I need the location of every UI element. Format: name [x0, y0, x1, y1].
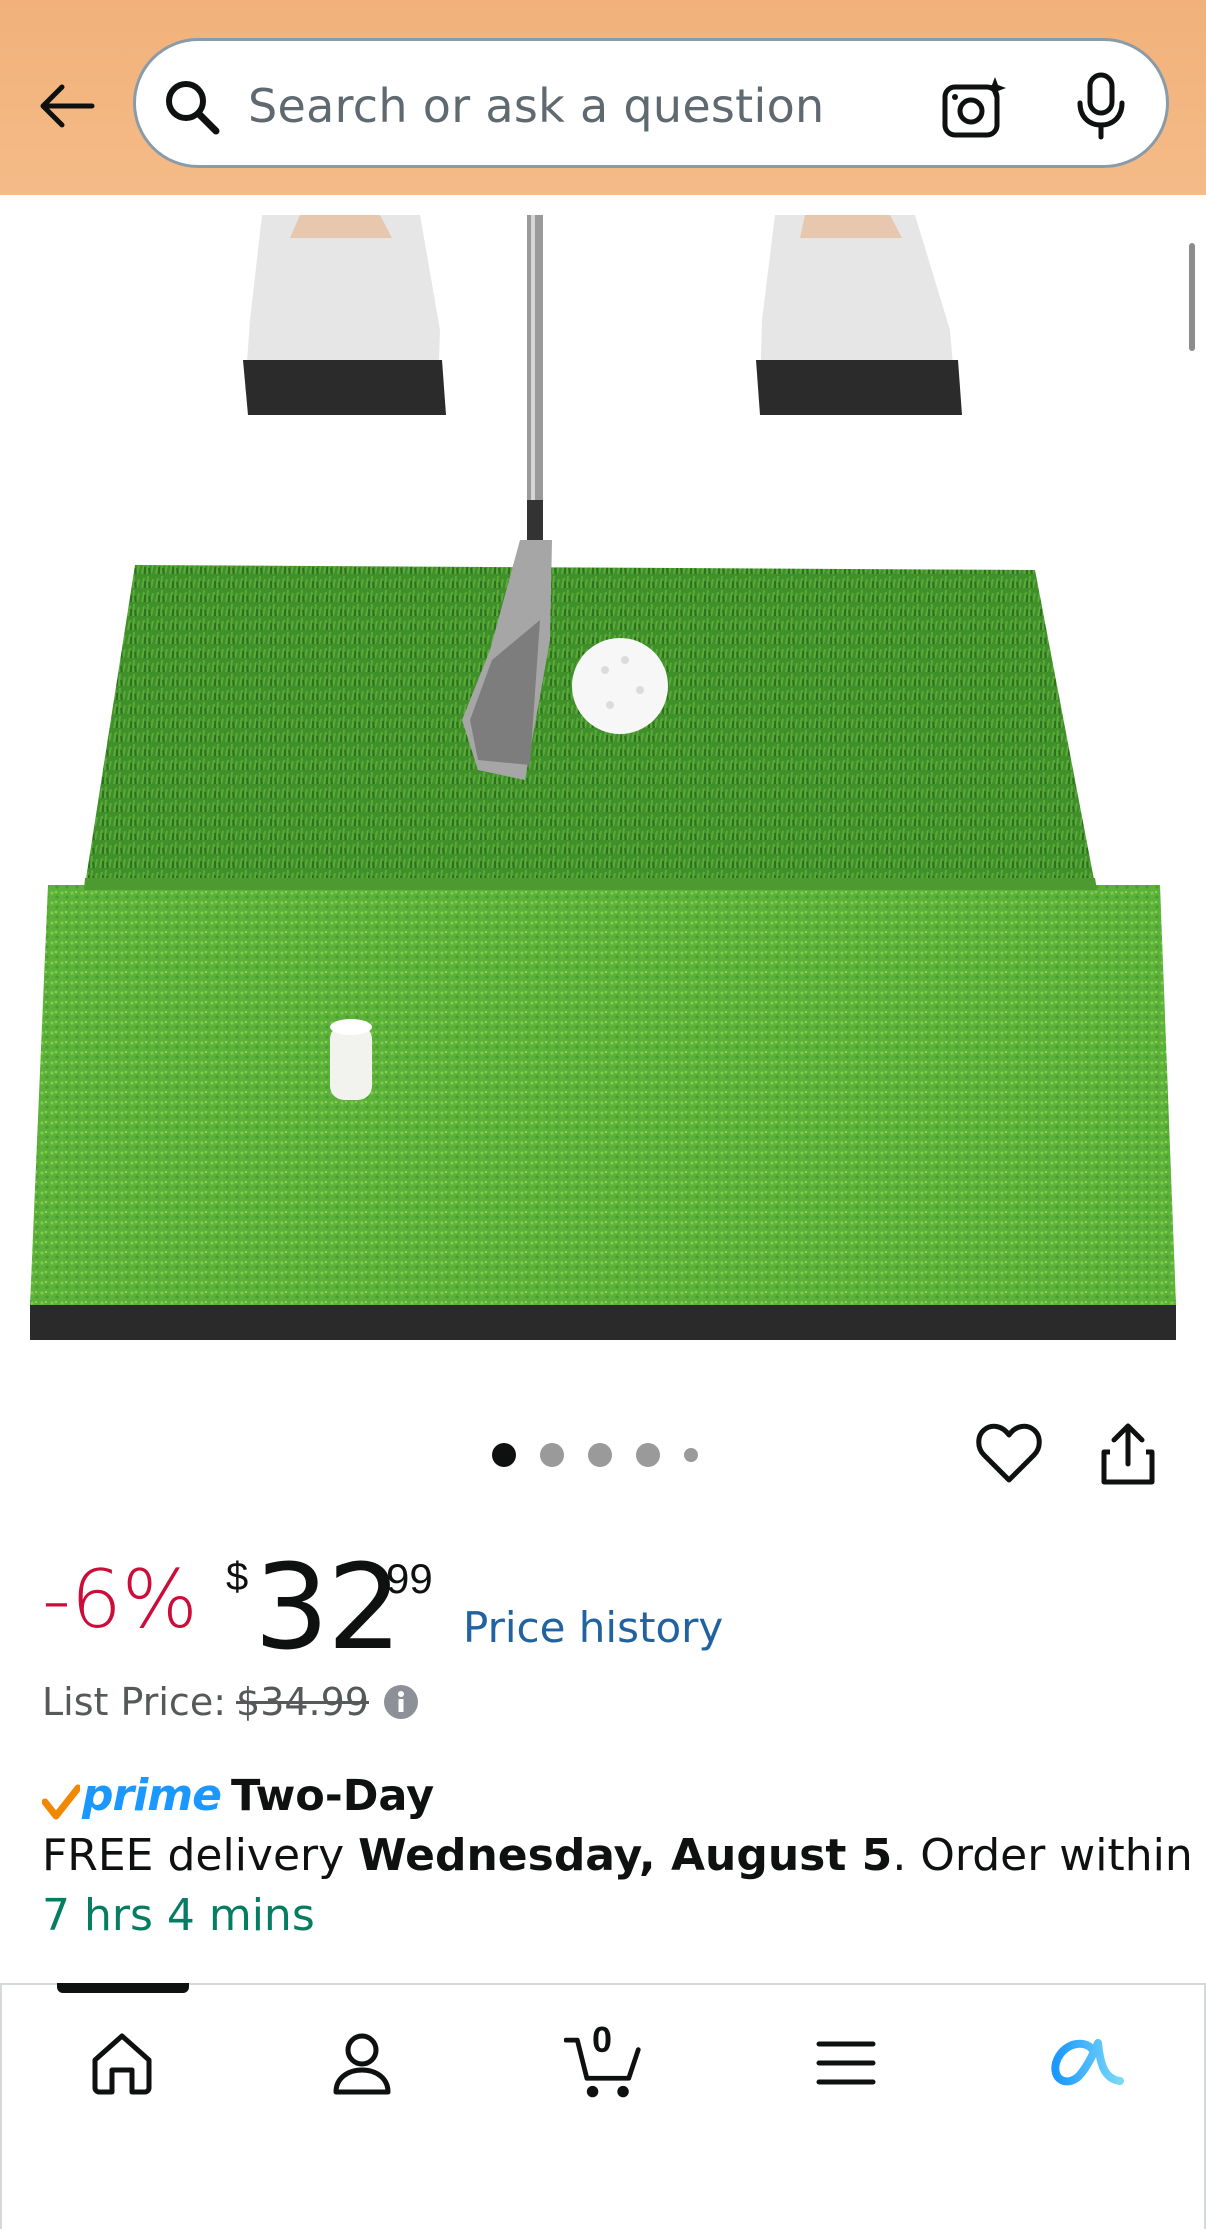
prime-check-icon — [42, 1784, 80, 1819]
right-shoe — [756, 215, 962, 415]
search-icon — [166, 81, 220, 135]
price-history-link[interactable]: Price history — [463, 1603, 723, 1652]
delivery-message: FREE delivery Wednesday, August 5. Order… — [42, 1830, 1193, 1881]
nav-account[interactable] — [322, 2023, 402, 2103]
carousel-dot-5[interactable] — [684, 1448, 698, 1462]
carousel-dot-3[interactable] — [588, 1443, 612, 1467]
price-currency: $ — [226, 1555, 249, 1599]
golf-mat-illustration — [30, 215, 1176, 1340]
carousel-dot-1[interactable] — [492, 1443, 516, 1467]
prime-badge: prime Two-Day — [42, 1770, 434, 1821]
user-icon — [333, 2033, 391, 2095]
price-fraction: 99 — [386, 1555, 433, 1602]
bottom-navigation: 0 — [0, 1983, 1206, 2229]
image-carousel-dots[interactable] — [492, 1443, 722, 1467]
list-price-label: List Price: — [42, 1680, 227, 1724]
home-icon — [92, 2033, 152, 2095]
list-price-value: $34.99 — [236, 1680, 369, 1724]
prime-label: prime — [82, 1770, 222, 1821]
heart-icon[interactable] — [975, 1420, 1043, 1488]
order-countdown: 7 hrs 4 mins — [42, 1890, 315, 1941]
carousel-dot-4[interactable] — [636, 1443, 660, 1467]
nav-cart[interactable]: 0 — [564, 2019, 644, 2103]
share-icon[interactable] — [1098, 1420, 1158, 1488]
price-whole: 32 — [254, 1538, 402, 1676]
back-button[interactable] — [30, 70, 102, 142]
delivery-date: Wednesday, August 5 — [358, 1830, 893, 1881]
hamburger-menu-icon — [816, 2041, 876, 2085]
delivery-speed: Two-Day — [230, 1770, 435, 1821]
search-input[interactable]: Search or ask a question — [248, 79, 825, 133]
cart-count-badge: 0 — [592, 2019, 613, 2060]
info-icon[interactable] — [383, 1684, 419, 1720]
carousel-dot-2[interactable] — [540, 1443, 564, 1467]
nav-rufus[interactable] — [1046, 2023, 1126, 2103]
camera-lens-icon[interactable] — [941, 75, 1007, 141]
microphone-icon[interactable] — [1071, 71, 1131, 141]
rufus-assistant-icon — [1051, 2039, 1124, 2086]
arrow-left-icon — [40, 84, 95, 128]
list-price: List Price: $34.99 — [42, 1680, 419, 1724]
product-image[interactable] — [0, 195, 1206, 1375]
delivery-suffix: . Order within — [892, 1830, 1193, 1881]
nav-menu[interactable] — [806, 2023, 886, 2103]
left-shoe — [243, 215, 446, 415]
discount-percent: -6% — [42, 1553, 198, 1646]
active-tab-indicator — [57, 1983, 189, 1993]
search-bar[interactable]: Search or ask a question — [133, 38, 1169, 168]
nav-home[interactable] — [82, 2023, 162, 2103]
delivery-prefix: FREE delivery — [42, 1830, 359, 1881]
top-header: Search or ask a question — [0, 0, 1206, 195]
scroll-indicator[interactable] — [1189, 243, 1195, 351]
